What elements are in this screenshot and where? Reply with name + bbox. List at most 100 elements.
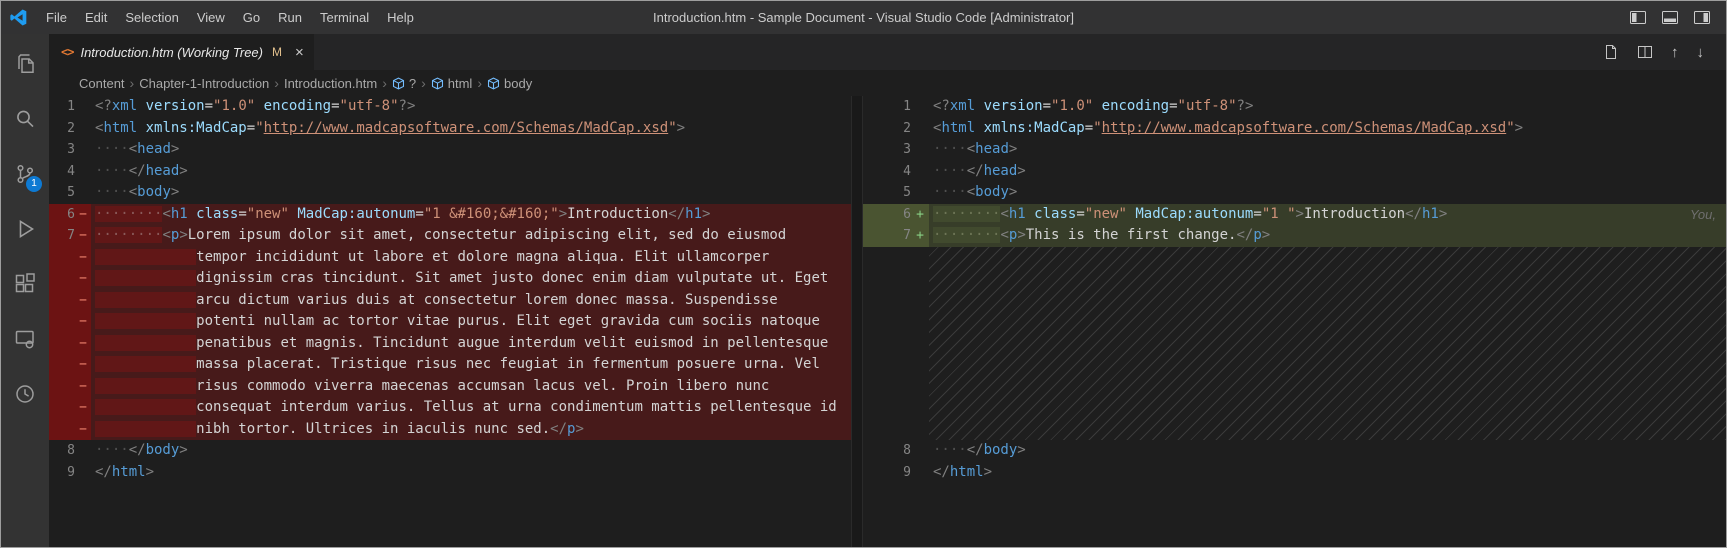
code-line[interactable]: − dignissim cras tincidunt. Sit amet jus… (49, 268, 851, 290)
code-line[interactable]: 1 <?xml version="1.0" encoding="utf-8"?> (49, 96, 851, 118)
gutter: 9 (67, 464, 75, 480)
gutter: 4 (67, 163, 75, 179)
breadcrumb-item-body[interactable]: body (487, 76, 532, 91)
code-line[interactable]: − massa placerat. Tristique risus nec fe… (49, 354, 851, 376)
gutter: − (49, 246, 91, 268)
menu-file[interactable]: File (37, 10, 76, 25)
gutter: 7− (49, 225, 91, 247)
gutter: 4 (903, 163, 911, 179)
source-control-badge: 1 (26, 176, 42, 192)
breadcrumb-separator-icon: › (274, 75, 279, 91)
code-line[interactable]: − penatibus et magnis. Tincidunt augue i… (49, 332, 851, 354)
gutter: − (49, 289, 91, 311)
open-file-icon[interactable] (1603, 44, 1619, 60)
code-line[interactable]: 4 ····</head> (863, 161, 1726, 183)
code-line[interactable]: 2 <html xmlns:MadCap="http://www.madcapso… (49, 118, 851, 140)
gutter: 5 (903, 185, 911, 200)
code-line[interactable]: 6 + ········<h1 class="new" MadCap:autonum… (863, 203, 1726, 225)
previous-change-icon[interactable]: ↑ (1671, 44, 1679, 61)
code-line[interactable]: 8 ····</body> (863, 440, 1726, 462)
menu-selection[interactable]: Selection (116, 10, 187, 25)
breadcrumb-separator-icon: › (129, 75, 135, 91)
tab-close-icon[interactable]: × (295, 44, 304, 61)
code-line[interactable]: 3 ····<head> (49, 139, 851, 161)
gutter: 5 (67, 185, 75, 200)
menu-view[interactable]: View (188, 10, 234, 25)
deleted-region-placeholder (863, 246, 1726, 441)
gutter: 2 (903, 120, 911, 136)
code-line[interactable]: 7− ········<p>Lorem ipsum dolor sit amet,… (49, 225, 851, 247)
gutter: − (49, 354, 91, 376)
breadcrumb-separator-icon: › (382, 75, 387, 91)
history-icon[interactable] (1, 366, 49, 421)
gutter: − (49, 268, 91, 290)
symbol-cube-icon (392, 76, 405, 90)
next-change-icon[interactable]: ↓ (1697, 44, 1705, 61)
menu-go[interactable]: Go (234, 10, 269, 25)
code-line[interactable]: 3 ····<head> (863, 139, 1726, 161)
gutter: 1 (903, 99, 911, 114)
code-line[interactable]: 9 </html> (49, 462, 851, 484)
code-line[interactable]: 2 <html xmlns:MadCap="http://www.madcapso… (863, 118, 1726, 140)
gutter: 7 + (863, 225, 929, 247)
code-line[interactable]: 1 <?xml version="1.0" encoding="utf-8"?> (863, 96, 1726, 118)
activity-bar: 1 (1, 34, 49, 547)
search-icon[interactable] (1, 91, 49, 146)
gutter: − (49, 397, 91, 419)
menu-help[interactable]: Help (378, 10, 423, 25)
toggle-sidebar-icon[interactable] (1630, 11, 1646, 24)
breadcrumb-item-html[interactable]: html (431, 76, 472, 91)
code-line[interactable]: − arcu dictum varius duis at consectetur… (49, 289, 851, 311)
code-line[interactable]: 5 ····<body> (863, 182, 1726, 204)
breadcrumb-item-introduction-htm[interactable]: Introduction.htm (284, 76, 377, 91)
editor-actions: ↑ ↓ (1603, 34, 1726, 70)
extensions-icon[interactable] (1, 256, 49, 311)
menu-edit[interactable]: Edit (76, 10, 116, 25)
vscode-logo-icon (1, 9, 37, 26)
menu-bar: File Edit Selection View Go Run Terminal Help (37, 1, 423, 34)
gutter: 8 (903, 443, 911, 458)
code-line[interactable]: − tempor incididunt ut labore et dolore … (49, 246, 851, 268)
live-preview-icon[interactable] (1, 311, 49, 366)
symbol-cube-icon (431, 76, 444, 90)
gutter: 3 (903, 142, 911, 157)
vscode-window: File Edit Selection View Go Run Terminal Help I… (0, 0, 1727, 548)
code-line[interactable]: 8 ····</body> (49, 440, 851, 462)
gutter: 9 (903, 464, 911, 480)
gutter: − (49, 375, 91, 397)
gutter: 2 (67, 120, 75, 136)
modified-pane[interactable]: 1 <?xml version="1.0" encoding="utf-8"?> 2… (863, 96, 1726, 547)
breadcrumb-item-content[interactable]: Content (79, 76, 125, 91)
diff-sash[interactable] (851, 96, 863, 547)
original-pane[interactable]: 1 <?xml version="1.0" encoding="utf-8"?> 2… (49, 96, 851, 547)
breadcrumb-item--[interactable]: ? (392, 76, 416, 91)
gutter: 8 (67, 443, 75, 458)
breadcrumb: Content › Chapter-1-Introduction › Introduct… (49, 70, 1726, 96)
toggle-panel-icon[interactable] (1662, 11, 1678, 24)
inline-blame: You, (1689, 206, 1716, 222)
run-and-debug-icon[interactable] (1, 201, 49, 256)
menu-run[interactable]: Run (269, 10, 311, 25)
toggle-secondary-sidebar-icon[interactable] (1694, 11, 1710, 24)
explorer-icon[interactable] (1, 36, 49, 91)
code-line[interactable]: − potenti nullam ac tortor vitae purus. … (49, 311, 851, 333)
gutter: − (49, 332, 91, 354)
code-line[interactable]: 9 </html> (863, 462, 1726, 484)
gutter: 1 (67, 99, 75, 114)
breadcrumb-item-chapter-1-introduction[interactable]: Chapter-1-Introduction (139, 76, 269, 91)
menu-terminal[interactable]: Terminal (311, 10, 378, 25)
code-line[interactable]: 7 + ········<p>This is the first change.</… (863, 225, 1726, 247)
tab-modified-badge: M (272, 45, 282, 59)
code-line[interactable]: − nibh tortor. Ultrices in iaculis nunc … (49, 418, 851, 440)
code-line[interactable]: − risus commodo viverra maecenas accumsa… (49, 375, 851, 397)
code-line[interactable]: 4 ····</head> (49, 161, 851, 183)
code-line[interactable]: − consequat interdum varius. Tellus at u… (49, 397, 851, 419)
tab-introduction-htm[interactable]: <> Introduction.htm (Working Tree) M × (49, 34, 314, 70)
code-line[interactable]: 6− ········<h1 class="new" MadCap:autonum… (49, 203, 851, 225)
gutter: 6 + (863, 203, 929, 225)
gutter (863, 247, 929, 441)
inline-view-toggle-icon[interactable] (1637, 44, 1653, 60)
source-control-icon[interactable]: 1 (1, 146, 49, 201)
code-line[interactable]: 5 ····<body> (49, 182, 851, 204)
diff-editor: 1 <?xml version="1.0" encoding="utf-8"?> 2… (49, 96, 1726, 547)
